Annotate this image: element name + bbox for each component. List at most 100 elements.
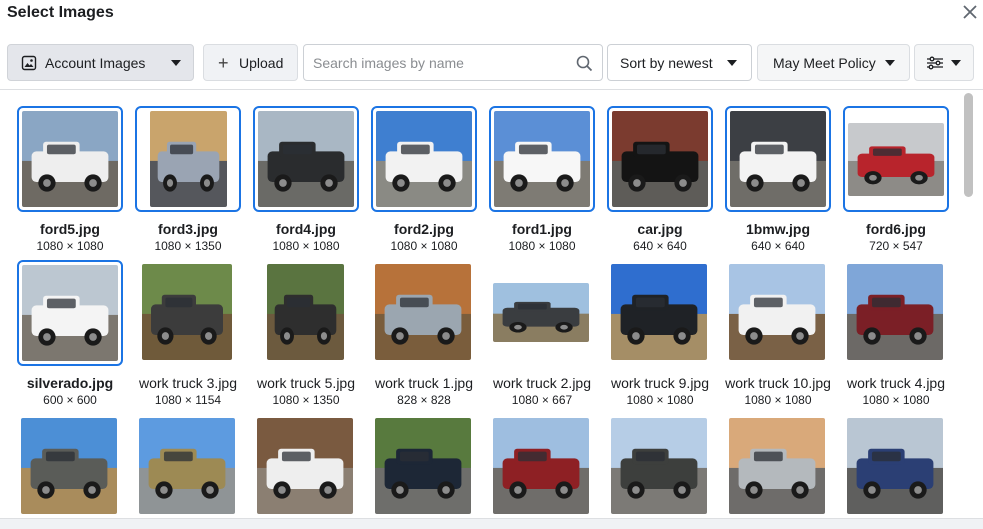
image-thumbnail-frame[interactable]	[135, 106, 241, 212]
image-thumbnail-frame[interactable]	[371, 106, 477, 212]
image-filename: car.jpg	[637, 221, 683, 237]
image-dimensions: 1080 × 1080	[744, 393, 812, 407]
image-dimensions: 1080 × 667	[511, 393, 573, 407]
image-dimensions: 640 × 640	[633, 239, 687, 253]
image-thumbnail	[21, 418, 117, 514]
dialog-footer	[0, 518, 983, 529]
image-thumbnail-frame[interactable]	[607, 260, 713, 366]
image-thumbnail	[612, 111, 708, 207]
image-filename: ford3.jpg	[158, 221, 218, 237]
image-thumbnail	[257, 418, 353, 514]
image-thumbnail	[730, 111, 826, 207]
image-thumbnail	[611, 264, 707, 360]
image-filename: work truck 1.jpg	[374, 375, 474, 391]
dialog-title: Select Images	[7, 4, 114, 21]
image-dimensions: 1080 × 1350	[272, 393, 340, 407]
image-thumbnail	[729, 418, 825, 514]
scrollbar[interactable]	[963, 91, 974, 518]
image-thumbnail	[375, 418, 471, 514]
chevron-down-icon	[885, 60, 895, 66]
image-thumbnail	[729, 264, 825, 360]
image-filename: work truck 4.jpg	[846, 375, 946, 391]
image-thumbnail-frame[interactable]	[253, 106, 359, 212]
upload-button[interactable]: + Upload	[203, 44, 298, 81]
image-thumbnail	[493, 282, 589, 342]
sliders-icon	[927, 56, 943, 69]
sort-label: Sort by newest	[620, 54, 713, 71]
image-filename: ford2.jpg	[394, 221, 454, 237]
image-thumbnail-frame[interactable]	[371, 260, 477, 366]
sort-dropdown[interactable]: Sort by newest	[607, 44, 752, 81]
image-dimensions: 720 × 547	[869, 239, 923, 253]
image-dimensions: 1080 × 1080	[626, 393, 694, 407]
image-dimensions: 1080 × 1080	[390, 239, 458, 253]
image-dimensions: 1080 × 1350	[154, 239, 222, 253]
search-input[interactable]	[313, 54, 568, 71]
image-thumbnail-frame[interactable]	[489, 106, 595, 212]
image-filename: silverado.jpg	[26, 375, 114, 391]
image-thumbnail-frame[interactable]	[843, 414, 949, 518]
plus-icon: +	[218, 52, 229, 73]
image-filename: ford1.jpg	[512, 221, 572, 237]
image-thumbnail	[139, 418, 235, 514]
image-thumbnail-frame[interactable]	[17, 260, 123, 366]
image-thumbnail-frame[interactable]	[725, 106, 831, 212]
image-gallery-icon	[21, 55, 37, 70]
image-thumbnail-frame[interactable]	[489, 414, 595, 518]
image-dimensions: 1080 × 1080	[272, 239, 340, 253]
image-thumbnail-frame[interactable]	[135, 414, 241, 518]
image-dimensions: 828 × 828	[397, 393, 451, 407]
image-dimensions: 1080 × 1154	[154, 393, 222, 407]
image-thumbnail	[142, 264, 232, 360]
policy-label: May Meet Policy	[773, 54, 876, 71]
image-dimensions: 1080 × 1080	[862, 393, 930, 407]
chevron-down-icon	[727, 60, 737, 66]
image-grid: ford5.jpg 1080 × 1080 ford3.jpg 1080 × 1350…	[0, 90, 960, 518]
image-thumbnail	[847, 264, 943, 360]
image-thumbnail-frame[interactable]	[843, 106, 949, 212]
image-dimensions: 1080 × 1080	[508, 239, 576, 253]
image-thumbnail	[266, 264, 344, 360]
image-filename: work truck 2.jpg	[492, 375, 592, 391]
policy-filter-dropdown[interactable]: May Meet Policy	[757, 44, 910, 81]
filter-dropdown[interactable]	[914, 44, 974, 81]
chevron-down-icon	[171, 60, 181, 66]
toolbar: Account Images + Upload Sort by newest M…	[0, 44, 983, 82]
image-thumbnail-frame[interactable]	[607, 106, 713, 212]
image-thumbnail	[493, 418, 589, 514]
image-thumbnail-frame[interactable]	[489, 260, 595, 366]
image-filename: work truck 3.jpg	[138, 375, 238, 391]
image-thumbnail-frame[interactable]	[371, 414, 477, 518]
image-dimensions: 600 × 600	[43, 393, 97, 407]
image-thumbnail	[847, 418, 943, 514]
close-icon[interactable]	[961, 3, 979, 21]
scrollbar-thumb[interactable]	[964, 93, 973, 197]
upload-label: Upload	[239, 54, 284, 71]
image-thumbnail	[149, 111, 227, 207]
image-thumbnail-frame[interactable]	[17, 414, 123, 518]
account-images-label: Account Images	[45, 54, 146, 71]
image-filename: 1bmw.jpg	[745, 221, 811, 237]
image-filename: work truck 5.jpg	[256, 375, 356, 391]
image-thumbnail-frame[interactable]	[253, 260, 359, 366]
image-thumbnail-frame[interactable]	[17, 106, 123, 212]
image-thumbnail	[376, 111, 472, 207]
image-thumbnail-frame[interactable]	[843, 260, 949, 366]
image-thumbnail-frame[interactable]	[253, 414, 359, 518]
image-thumbnail	[22, 111, 118, 207]
image-thumbnail-frame[interactable]	[607, 414, 713, 518]
chevron-down-icon	[951, 60, 961, 66]
image-thumbnail-frame[interactable]	[725, 414, 831, 518]
image-thumbnail	[258, 111, 354, 207]
search-icon[interactable]	[576, 55, 593, 72]
image-filename: ford6.jpg	[866, 221, 926, 237]
image-thumbnail	[611, 418, 707, 514]
image-thumbnail	[375, 264, 471, 360]
image-thumbnail-frame[interactable]	[725, 260, 831, 366]
image-thumbnail	[494, 111, 590, 207]
image-thumbnail	[848, 122, 944, 196]
image-filename: ford4.jpg	[276, 221, 336, 237]
account-images-dropdown[interactable]: Account Images	[7, 44, 194, 81]
image-thumbnail-frame[interactable]	[135, 260, 241, 366]
image-thumbnail	[22, 265, 118, 361]
